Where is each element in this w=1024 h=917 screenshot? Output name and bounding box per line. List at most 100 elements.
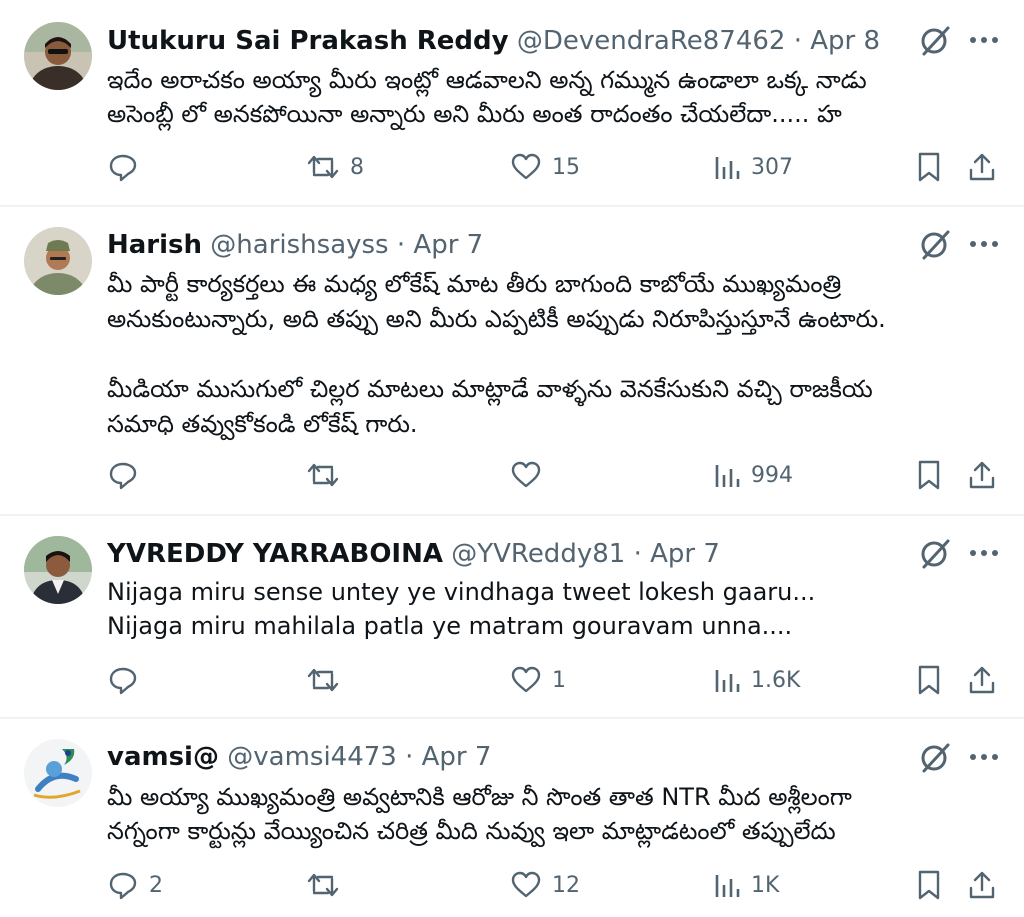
reply-button[interactable] — [107, 662, 149, 698]
views-button[interactable]: 1K — [713, 867, 779, 903]
like-button[interactable] — [510, 457, 552, 493]
share-button[interactable] — [966, 662, 998, 698]
display-name[interactable]: YVREDDY YARRABOINA — [107, 539, 443, 569]
share-icon — [969, 871, 995, 899]
avatar-photo-icon — [24, 536, 92, 604]
more-icon[interactable] — [966, 536, 1002, 570]
retweet-button[interactable] — [306, 867, 350, 903]
reply-button[interactable]: 2 — [107, 867, 163, 903]
bookmark-button[interactable] — [915, 867, 943, 903]
share-button[interactable] — [966, 867, 998, 903]
reply-count: 2 — [149, 872, 163, 898]
more-icon[interactable] — [966, 740, 1002, 774]
bookmark-button[interactable] — [915, 457, 943, 493]
like-button[interactable]: 15 — [510, 149, 580, 185]
share-button[interactable] — [966, 149, 998, 185]
views-icon — [715, 875, 740, 897]
tweet[interactable]: vamsi@ @vamsi4473 · Apr 7 మీ అయ్యా ముఖ్య… — [0, 719, 1024, 917]
tweet-text: మీ అయ్యా ముఖ్యమంత్రి అవ్వటానికి ఆరోజు నీ… — [107, 780, 852, 848]
tweet-text: Nijaga miru sense untey ye vindhaga twee… — [107, 575, 815, 643]
like-button[interactable]: 12 — [510, 867, 580, 903]
like-count: 12 — [552, 872, 580, 898]
retweet-button[interactable] — [306, 662, 350, 698]
views-icon — [715, 670, 740, 692]
view-count: 1K — [751, 872, 780, 898]
avatar[interactable] — [24, 536, 92, 604]
avatar-photo-icon — [24, 227, 92, 295]
avatar[interactable] — [24, 739, 92, 807]
tweet-text-line: అసెంబ్లీ లో అనకపోయినా అన్నారు అని మీరు అ… — [107, 100, 842, 128]
tweet-text: మీ పార్టీ కార్యకర్తలు ఈ మధ్య లోకేష్ మాట … — [107, 267, 886, 442]
views-button[interactable]: 307 — [713, 149, 793, 185]
share-icon — [969, 461, 995, 489]
retweet-button[interactable]: 8 — [306, 149, 364, 185]
avatar[interactable] — [24, 227, 92, 295]
view-count: 994 — [751, 462, 793, 488]
grok-icon[interactable] — [918, 227, 952, 261]
user-handle[interactable]: @DevendraRe87462 — [517, 26, 786, 56]
separator-dot: · — [405, 742, 414, 772]
tweet-text-line: Nijaga miru sense untey ye vindhaga twee… — [107, 578, 816, 606]
reply-button[interactable] — [107, 457, 149, 493]
views-icon — [715, 465, 740, 487]
view-count: 307 — [751, 154, 793, 180]
share-button[interactable] — [966, 457, 998, 493]
display-name[interactable]: vamsi@ — [107, 742, 219, 772]
user-handle[interactable]: @harishsayss — [210, 230, 388, 260]
reply-icon — [109, 462, 137, 490]
user-handle[interactable]: @YVReddy81 — [451, 539, 625, 569]
user-handle[interactable]: @vamsi4473 — [227, 742, 397, 772]
retweet-icon — [307, 668, 339, 692]
bookmark-button[interactable] — [915, 662, 943, 698]
avatar-photo-icon — [24, 22, 92, 90]
display-name[interactable]: Utukuru Sai Prakash Reddy — [107, 26, 509, 56]
reply-button[interactable] — [107, 149, 149, 185]
like-icon — [511, 153, 541, 180]
retweet-count: 8 — [350, 154, 364, 180]
tweet-date[interactable]: Apr 7 — [422, 742, 492, 772]
views-button[interactable]: 994 — [713, 457, 793, 493]
views-icon — [715, 157, 740, 179]
avatar[interactable] — [24, 22, 92, 90]
grok-icon[interactable] — [918, 23, 952, 57]
tweet-text: ఇదేం అరాచకం అయ్యా మీరు ఇంట్లో ఆడవాలని అన… — [107, 63, 867, 131]
tweet-text-line: Nijaga miru mahilala patla ye matram gou… — [107, 612, 793, 640]
bookmark-button[interactable] — [915, 149, 943, 185]
display-name[interactable]: Harish — [107, 230, 202, 260]
tweet-date[interactable]: Apr 7 — [413, 230, 483, 260]
reply-icon — [109, 154, 137, 182]
tweet-text-line: నగ్నంగా కార్టున్లు వేయ్యించిన చరిత్ర మీద… — [107, 817, 836, 845]
retweet-icon — [307, 155, 339, 179]
tweet-text-line: మీ అయ్యా ముఖ్యమంత్రి అవ్వటానికి ఆరోజు నీ… — [107, 783, 852, 811]
retweet-icon — [307, 873, 339, 897]
bookmark-icon — [918, 870, 940, 900]
grok-icon[interactable] — [918, 740, 952, 774]
avatar-photo-icon — [24, 739, 92, 807]
more-icon[interactable] — [966, 23, 1002, 57]
tweet[interactable]: Harish @harishsayss · Apr 7 మీ పార్టీ కా… — [0, 207, 1024, 514]
tweet-text-line: మీ పార్టీ కార్యకర్తలు ఈ మధ్య లోకేష్ మాట … — [107, 270, 842, 298]
like-icon — [511, 666, 541, 693]
reply-icon — [109, 872, 137, 900]
reply-icon — [109, 667, 137, 695]
like-icon — [511, 461, 541, 488]
grok-icon[interactable] — [918, 536, 952, 570]
tweet[interactable]: Utukuru Sai Prakash Reddy @DevendraRe874… — [0, 0, 1024, 205]
like-count: 15 — [552, 154, 580, 180]
tweet-date[interactable]: Apr 8 — [810, 26, 880, 56]
views-button[interactable]: 1.6K — [713, 662, 800, 698]
retweet-button[interactable] — [306, 457, 350, 493]
tweet-text-line: ఇదేం అరాచకం అయ్యా మీరు ఇంట్లో ఆడవాలని అన… — [107, 66, 867, 94]
tweet-text-line: అనుకుంటున్నారు, అది తప్పు అని మీరు ఎప్పట… — [107, 305, 886, 333]
tweet-date[interactable]: Apr 7 — [650, 539, 720, 569]
view-count: 1.6K — [751, 667, 801, 693]
like-icon — [511, 871, 541, 898]
tweet-text-line — [107, 337, 886, 372]
like-button[interactable]: 1 — [510, 662, 566, 698]
bookmark-icon — [918, 460, 940, 490]
separator-dot: · — [633, 539, 642, 569]
tweet[interactable]: YVREDDY YARRABOINA @YVReddy81 · Apr 7 Ni… — [0, 516, 1024, 717]
more-icon[interactable] — [966, 227, 1002, 261]
tweet-header: Utukuru Sai Prakash Reddy @DevendraRe874… — [107, 25, 880, 57]
tweet-text-line: మీడియా ముసుగులో చిల్లర మాటలు మాట్లాడే వా… — [107, 375, 873, 403]
